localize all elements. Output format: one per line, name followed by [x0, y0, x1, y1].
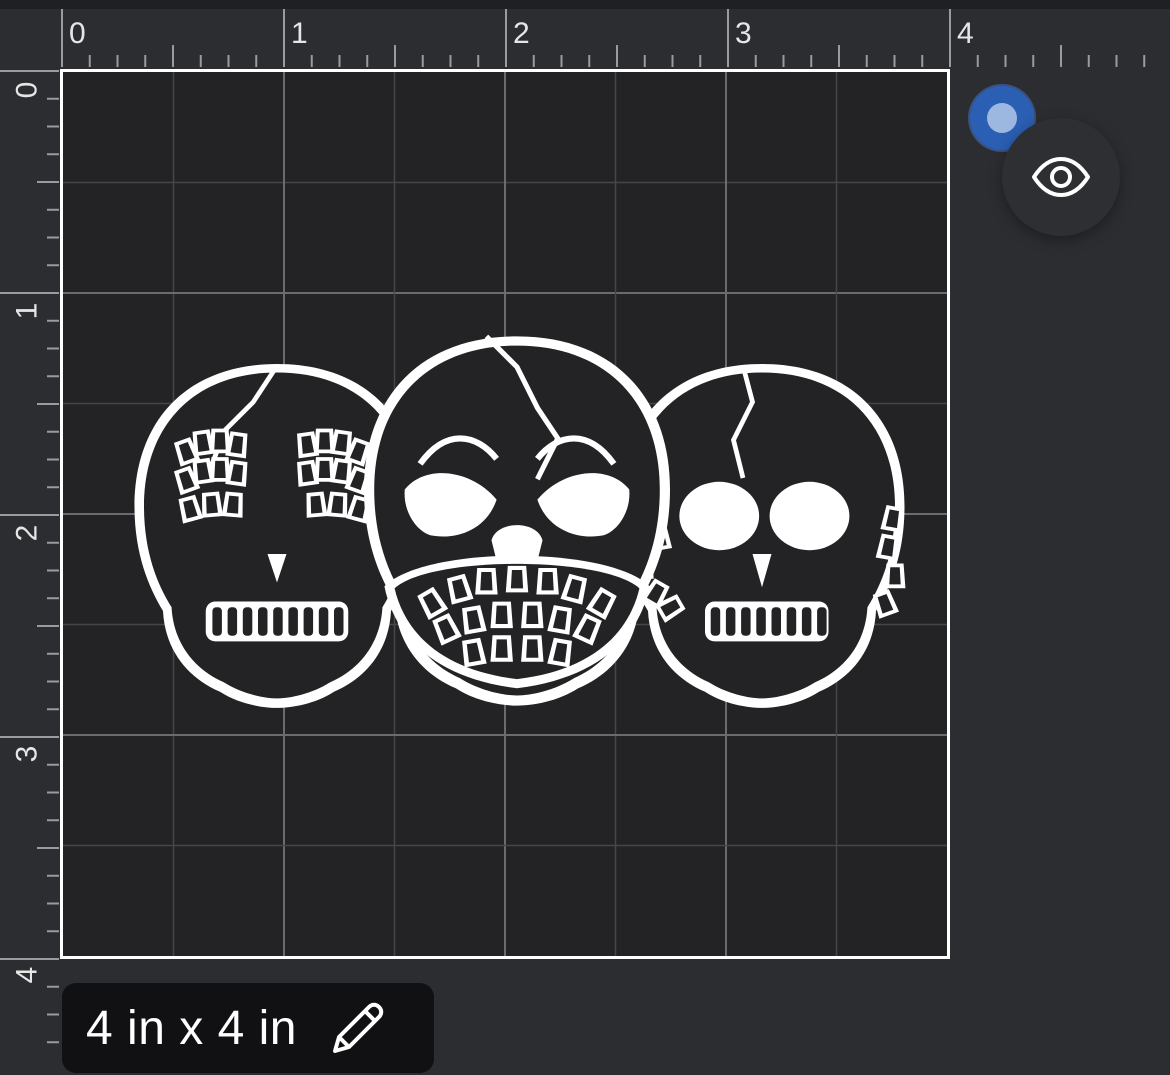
top-bar [0, 0, 1170, 9]
ruler-left-label-0: 0 [10, 81, 44, 99]
ruler-corner [0, 9, 59, 67]
vertical-ruler-ticks [0, 70, 59, 1044]
canvas-size-chip[interactable]: 4 in x 4 in [62, 983, 434, 1073]
ruler-left-label-2: 2 [10, 524, 44, 542]
skull-design[interactable] [72, 285, 942, 745]
visibility-toggle-button[interactable] [1002, 118, 1120, 236]
ruler-top-label-1: 1 [291, 17, 308, 50]
selection-handle-dot [987, 103, 1017, 133]
ruler-left-label-4: 4 [10, 966, 44, 984]
ruler-top-label-3: 3 [735, 17, 752, 50]
horizontal-ruler: 0 1 2 3 4 [59, 9, 1170, 67]
horizontal-ruler-ticks [61, 9, 1146, 67]
pencil-icon[interactable] [329, 999, 387, 1057]
skull-speak-no-evil [364, 334, 670, 706]
ruler-left-label-3: 3 [10, 745, 44, 763]
ruler-top-label-4: 4 [957, 17, 974, 50]
ruler-left-label-1: 1 [10, 302, 44, 320]
eye-icon [1032, 157, 1090, 197]
ruler-top-label-0: 0 [69, 17, 86, 50]
canvas-size-label: 4 in x 4 in [86, 1001, 297, 1055]
vertical-ruler: 0 1 2 3 4 [0, 67, 59, 1075]
ruler-top-label-2: 2 [513, 17, 530, 50]
